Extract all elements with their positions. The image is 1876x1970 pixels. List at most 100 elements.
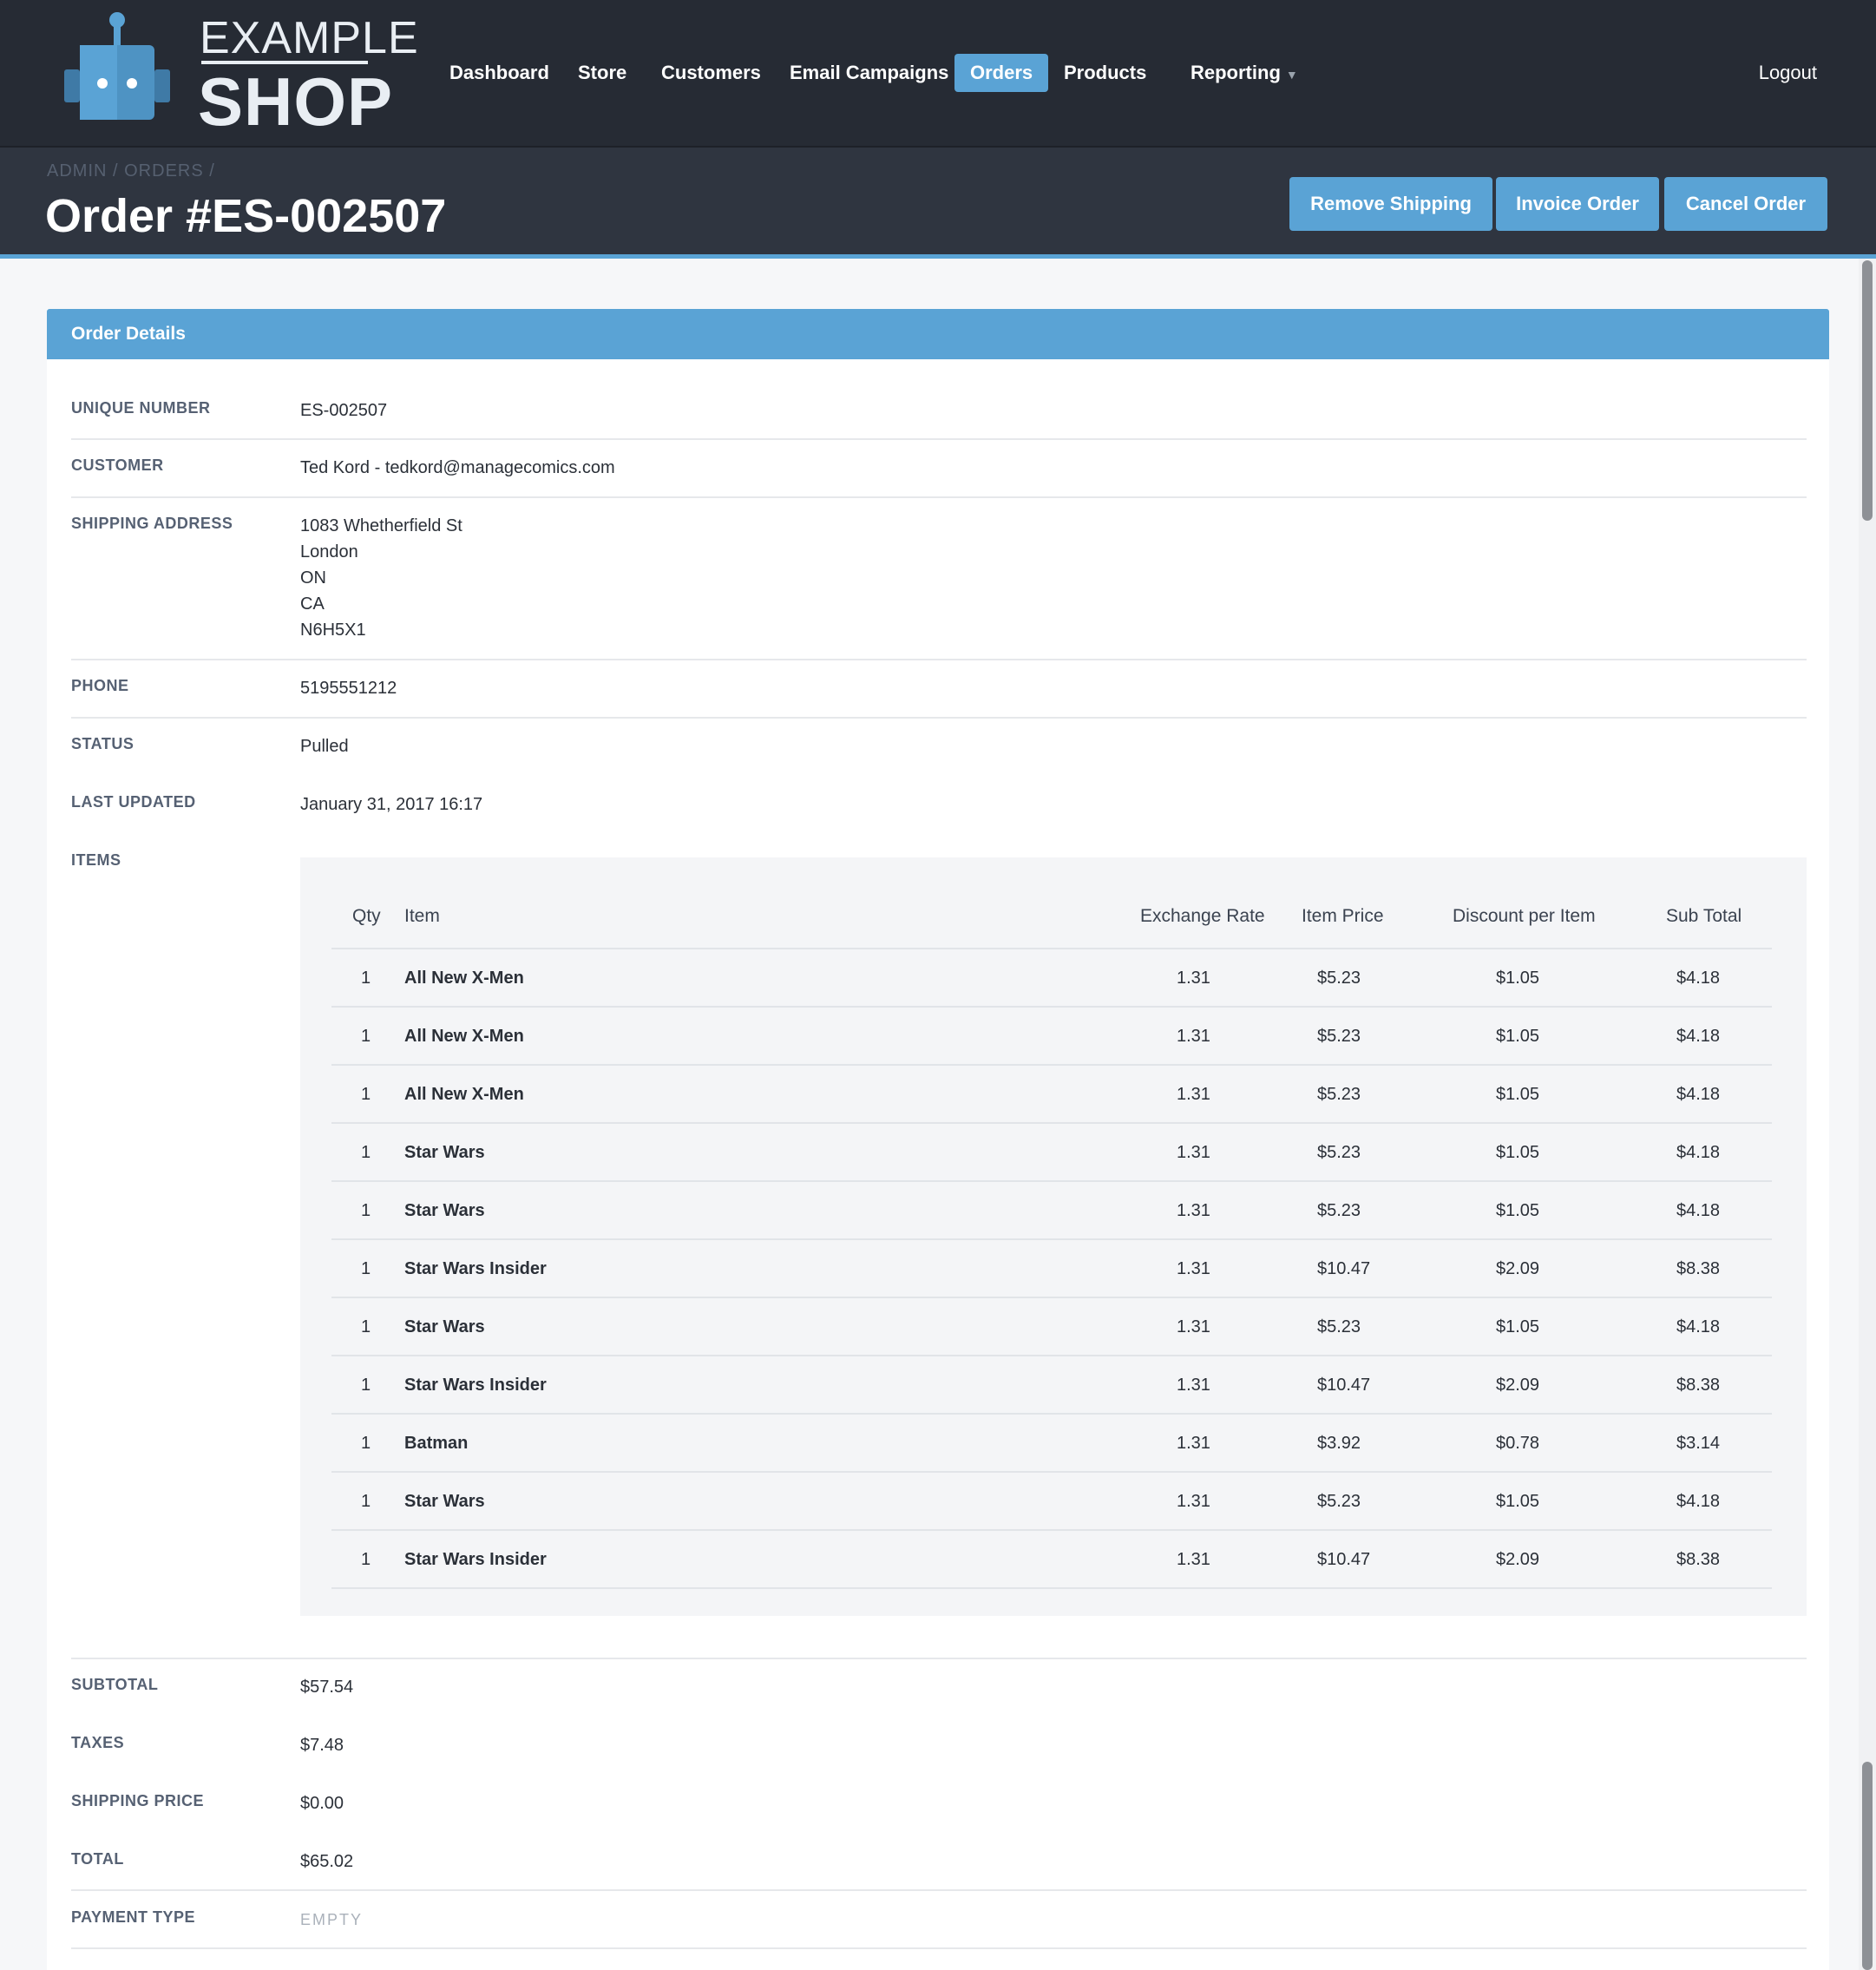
cell-rate: 1.31 bbox=[1177, 1201, 1210, 1220]
cell-subtotal: $4.18 bbox=[1676, 1492, 1721, 1511]
divider bbox=[71, 659, 1807, 660]
cell-subtotal: $4.18 bbox=[1676, 1143, 1721, 1162]
cell-price: $5.23 bbox=[1317, 969, 1361, 988]
nav-orders[interactable]: Orders bbox=[954, 54, 1049, 92]
breadcrumb-orders[interactable]: ORDERS bbox=[124, 161, 204, 181]
breadcrumb-admin[interactable]: ADMIN bbox=[47, 161, 107, 181]
payment-type-value: EMPTY bbox=[300, 1911, 364, 1928]
column-header-item: Item bbox=[404, 906, 440, 926]
cell-qty: 1 bbox=[361, 969, 371, 988]
cell-item[interactable]: All New X-Men bbox=[404, 1008, 524, 1066]
page-title: Order #ES-002507 bbox=[45, 190, 447, 242]
table-row: 1 All New X-Men 1.31 $5.23 $1.05 $4.18 bbox=[300, 1008, 1807, 1066]
cell-item[interactable]: Star Wars bbox=[404, 1473, 485, 1531]
cell-qty: 1 bbox=[361, 1550, 371, 1569]
cell-discount: $1.05 bbox=[1496, 1317, 1540, 1336]
cell-qty: 1 bbox=[361, 1492, 371, 1511]
cell-price: $5.23 bbox=[1317, 1317, 1361, 1336]
column-header-exchange-rate: Exchange Rate bbox=[1140, 906, 1265, 926]
table-row: 1 Star Wars 1.31 $5.23 $1.05 $4.18 bbox=[300, 1298, 1807, 1356]
cell-item[interactable]: Star Wars Insider bbox=[404, 1531, 547, 1589]
remove-shipping-button[interactable]: Remove Shipping bbox=[1289, 177, 1492, 231]
cell-rate: 1.31 bbox=[1177, 1376, 1210, 1395]
cell-discount: $1.05 bbox=[1496, 1085, 1540, 1104]
cell-item[interactable]: Star Wars Insider bbox=[404, 1356, 547, 1415]
cell-qty: 1 bbox=[361, 1434, 371, 1453]
nav-dashboard[interactable]: Dashboard bbox=[434, 54, 565, 92]
page-header: ADMIN / ORDERS / Order #ES-002507 Remove… bbox=[0, 148, 1876, 259]
customer-value[interactable]: Ted Kord - tedkord@managecomics.com bbox=[300, 455, 615, 481]
order-details-panel: Order Details UNIQUE NUMBER ES-002507 CU… bbox=[47, 309, 1829, 1970]
row-divider bbox=[331, 1587, 1772, 1589]
divider bbox=[71, 1947, 1807, 1949]
cancel-order-button[interactable]: Cancel Order bbox=[1664, 177, 1827, 231]
cell-price: $3.92 bbox=[1317, 1434, 1361, 1453]
nav-reporting[interactable]: Reporting ▼ bbox=[1175, 54, 1314, 92]
cell-price: $5.23 bbox=[1317, 1201, 1361, 1220]
status-value: Pulled bbox=[300, 737, 349, 756]
cell-subtotal: $4.18 bbox=[1676, 1201, 1721, 1220]
cell-item[interactable]: Batman bbox=[404, 1415, 468, 1473]
nav-products[interactable]: Products bbox=[1048, 54, 1162, 92]
cell-item[interactable]: Star Wars Insider bbox=[404, 1240, 547, 1298]
cell-price: $10.47 bbox=[1317, 1376, 1371, 1395]
shipping-price-label: SHIPPING PRICE bbox=[71, 1792, 205, 1809]
table-row: 1 Star Wars Insider 1.31 $10.47 $2.09 $8.38 bbox=[300, 1356, 1807, 1415]
cell-item[interactable]: All New X-Men bbox=[404, 949, 524, 1008]
items-label: ITEMS bbox=[71, 851, 121, 869]
nav-store[interactable]: Store bbox=[562, 54, 642, 92]
divider bbox=[71, 496, 1807, 498]
cell-item[interactable]: Star Wars bbox=[404, 1182, 485, 1240]
table-row: 1 All New X-Men 1.31 $5.23 $1.05 $4.18 bbox=[300, 1066, 1807, 1124]
cell-item[interactable]: Star Wars bbox=[404, 1298, 485, 1356]
shipping-address-line-4: CA bbox=[300, 594, 325, 614]
shipping-address-line-1: 1083 Whetherfield St bbox=[300, 516, 462, 535]
shipping-address-label: SHIPPING ADDRESS bbox=[71, 515, 233, 532]
cell-discount: $1.05 bbox=[1496, 969, 1540, 988]
cell-price: $5.23 bbox=[1317, 1143, 1361, 1162]
cell-qty: 1 bbox=[361, 1376, 371, 1395]
cell-discount: $2.09 bbox=[1496, 1550, 1540, 1569]
cell-item[interactable]: All New X-Men bbox=[404, 1066, 524, 1124]
divider bbox=[71, 1889, 1807, 1891]
nav-customers[interactable]: Customers bbox=[646, 54, 777, 92]
cell-rate: 1.31 bbox=[1177, 1317, 1210, 1336]
logout-link[interactable]: Logout bbox=[1759, 54, 1817, 92]
cell-discount: $2.09 bbox=[1496, 1376, 1540, 1395]
cell-discount: $1.05 bbox=[1496, 1201, 1540, 1220]
table-row: 1 All New X-Men 1.31 $5.23 $1.05 $4.18 bbox=[300, 949, 1807, 1008]
cell-rate: 1.31 bbox=[1177, 1492, 1210, 1511]
table-row: 1 Star Wars Insider 1.31 $10.47 $2.09 $8.38 bbox=[300, 1240, 1807, 1298]
shipping-address-line-3: ON bbox=[300, 568, 326, 588]
phone-label: PHONE bbox=[71, 677, 129, 694]
unique-number-value: ES-002507 bbox=[300, 401, 388, 420]
caret-down-icon: ▼ bbox=[1285, 68, 1298, 82]
scrollbar-thumb[interactable] bbox=[1862, 260, 1873, 521]
divider bbox=[71, 438, 1807, 440]
cell-qty: 1 bbox=[361, 1027, 371, 1046]
status-label: STATUS bbox=[71, 735, 134, 752]
table-row: 1 Star Wars 1.31 $5.23 $1.05 $4.18 bbox=[300, 1473, 1807, 1531]
cell-subtotal: $4.18 bbox=[1676, 1317, 1721, 1336]
brand-line-2: SHOP bbox=[198, 63, 394, 140]
invoice-order-button[interactable]: Invoice Order bbox=[1496, 177, 1659, 231]
cell-rate: 1.31 bbox=[1177, 1027, 1210, 1046]
column-header-subtotal: Sub Total bbox=[1666, 906, 1742, 926]
cell-subtotal: $4.18 bbox=[1676, 969, 1721, 988]
cell-price: $10.47 bbox=[1317, 1550, 1371, 1569]
cell-qty: 1 bbox=[361, 1201, 371, 1220]
cell-rate: 1.31 bbox=[1177, 1550, 1210, 1569]
robot-logo-icon[interactable] bbox=[64, 12, 170, 125]
divider bbox=[71, 1658, 1807, 1659]
top-navbar: EXAMPLE SHOP Dashboard Store Customers E… bbox=[0, 0, 1876, 148]
secondary-scrollbar-thumb[interactable] bbox=[1862, 1762, 1873, 1970]
cell-price: $5.23 bbox=[1317, 1492, 1361, 1511]
table-row: 1 Star Wars 1.31 $5.23 $1.05 $4.18 bbox=[300, 1124, 1807, 1182]
cell-qty: 1 bbox=[361, 1143, 371, 1162]
cell-discount: $1.05 bbox=[1496, 1143, 1540, 1162]
cell-qty: 1 bbox=[361, 1259, 371, 1278]
total-value: $65.02 bbox=[300, 1852, 354, 1871]
column-header-qty: Qty bbox=[352, 906, 381, 926]
nav-email-campaigns[interactable]: Email Campaigns bbox=[774, 54, 964, 92]
cell-item[interactable]: Star Wars bbox=[404, 1124, 485, 1182]
